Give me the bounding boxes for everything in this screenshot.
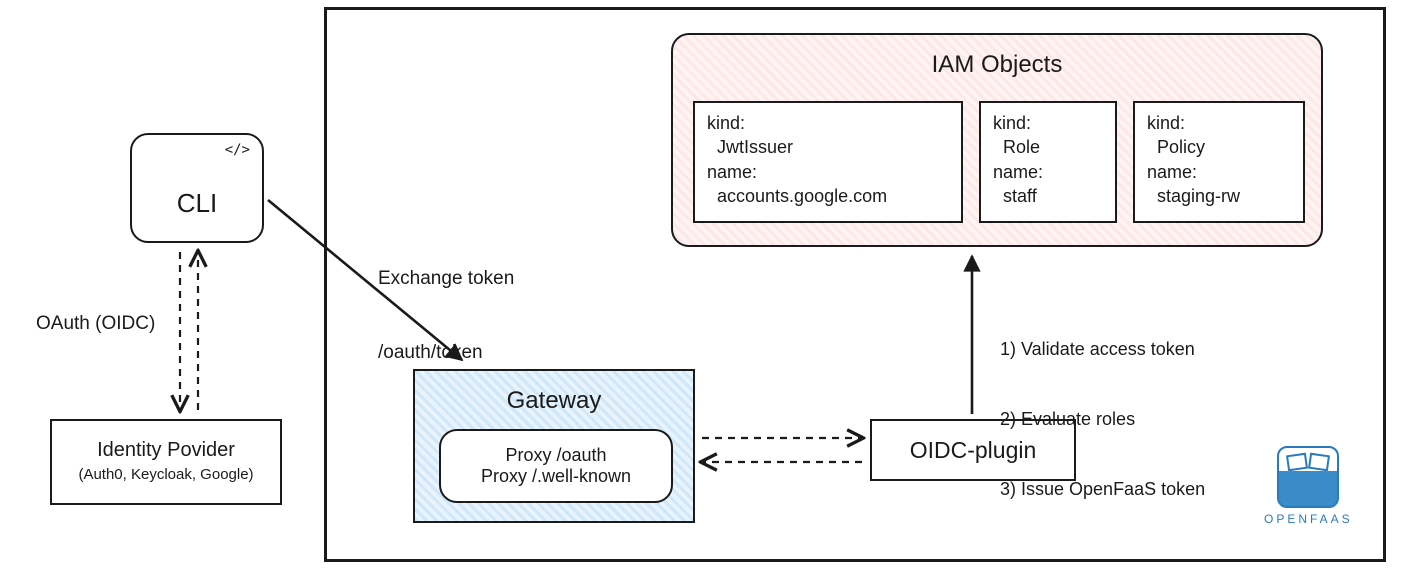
iam-obj3-kind-label: kind: (1147, 113, 1185, 133)
iam-obj1-name-label: name: (707, 162, 757, 182)
logo-text: OPENFAAS (1264, 512, 1353, 526)
code-icon: </> (225, 141, 250, 159)
iam-obj3-kind: Policy (1157, 137, 1205, 157)
gateway-proxy-box: Proxy /oauth Proxy /.well-known (439, 429, 673, 503)
exchange-line2: /oauth/token (378, 341, 514, 366)
iam-obj1-name: accounts.google.com (717, 186, 887, 206)
iam-obj2-kind: Role (1003, 137, 1040, 157)
idp-title: Identity Povider (52, 437, 280, 463)
diagram-stage: </> CLI Identity Povider (Auth0, Keycloa… (0, 0, 1401, 571)
iam-obj2-name-label: name: (993, 162, 1043, 182)
openfaas-logo: OPENFAAS (1264, 446, 1353, 526)
iam-obj2-kind-label: kind: (993, 113, 1031, 133)
whale-icon (1277, 446, 1339, 508)
iam-policy: kind: Policy name: staging-rw (1133, 101, 1305, 223)
oauth-label: OAuth (OIDC) (36, 312, 155, 337)
steps-label: 1) Validate access token 2) Evaluate rol… (1000, 291, 1205, 548)
step-3: 3) Issue OpenFaaS token (1000, 478, 1205, 501)
iam-role: kind: Role name: staff (979, 101, 1117, 223)
iam-obj1-kind: JwtIssuer (717, 137, 793, 157)
gateway-proxy2: Proxy /.well-known (481, 466, 631, 487)
exchange-label: Exchange token /oauth/token (378, 218, 514, 416)
exchange-line1: Exchange token (378, 267, 514, 292)
iam-obj1-kind-label: kind: (707, 113, 745, 133)
iam-jwtissuer: kind: JwtIssuer name: accounts.google.co… (693, 101, 963, 223)
cli-box: </> CLI (130, 133, 264, 243)
cli-label: CLI (132, 187, 262, 221)
iam-obj3-name: staging-rw (1157, 186, 1240, 206)
step-1: 1) Validate access token (1000, 338, 1205, 361)
iam-container: IAM Objects kind: JwtIssuer name: accoun… (671, 33, 1323, 247)
step-2: 2) Evaluate roles (1000, 408, 1205, 431)
gateway-proxy1: Proxy /oauth (505, 445, 606, 466)
iam-title: IAM Objects (673, 49, 1321, 80)
idp-subtitle: (Auth0, Keycloak, Google) (52, 465, 280, 485)
iam-obj2-name: staff (1003, 186, 1037, 206)
idp-box: Identity Povider (Auth0, Keycloak, Googl… (50, 419, 282, 505)
iam-obj3-name-label: name: (1147, 162, 1197, 182)
